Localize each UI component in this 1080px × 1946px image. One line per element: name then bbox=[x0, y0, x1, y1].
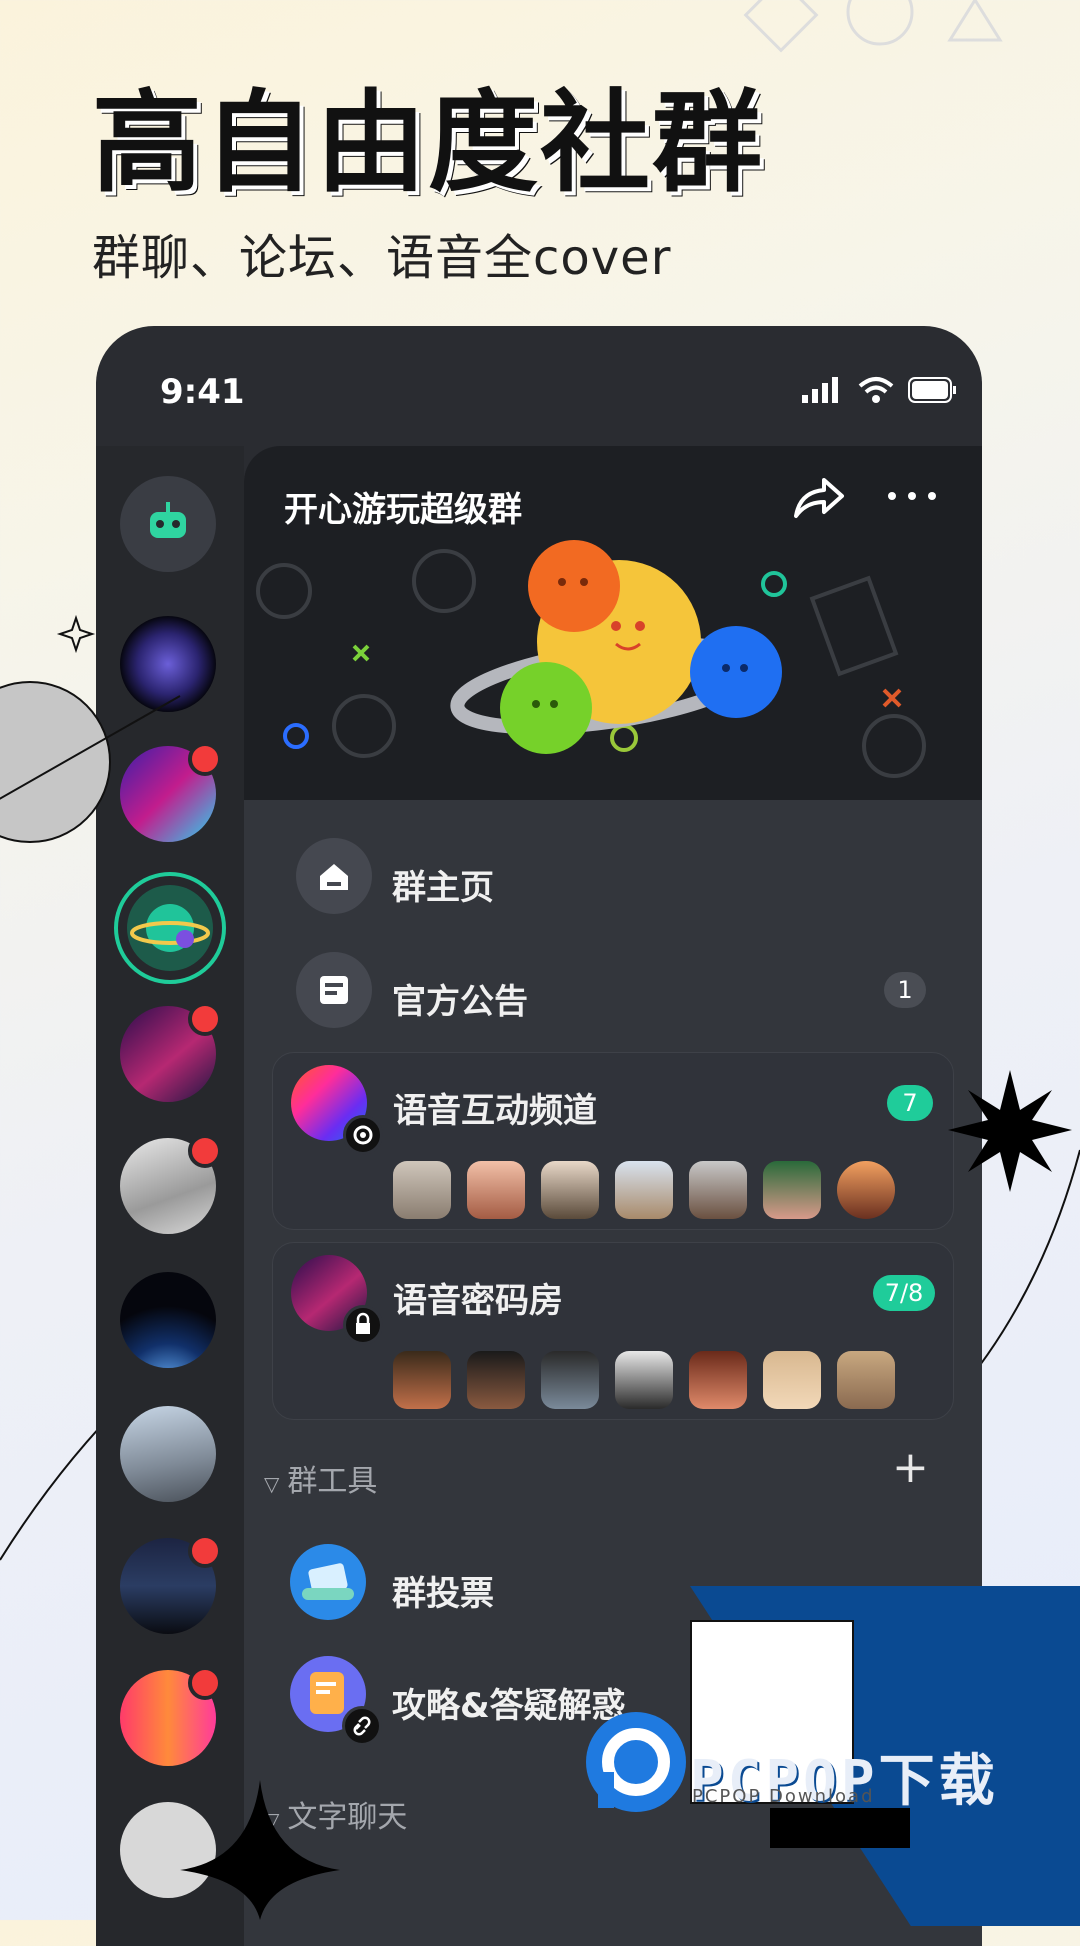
watermark-sub: PCPOP Download bbox=[692, 1786, 875, 1807]
watermark-logo-icon bbox=[586, 1712, 686, 1812]
watermark-black-bar bbox=[770, 1808, 910, 1848]
